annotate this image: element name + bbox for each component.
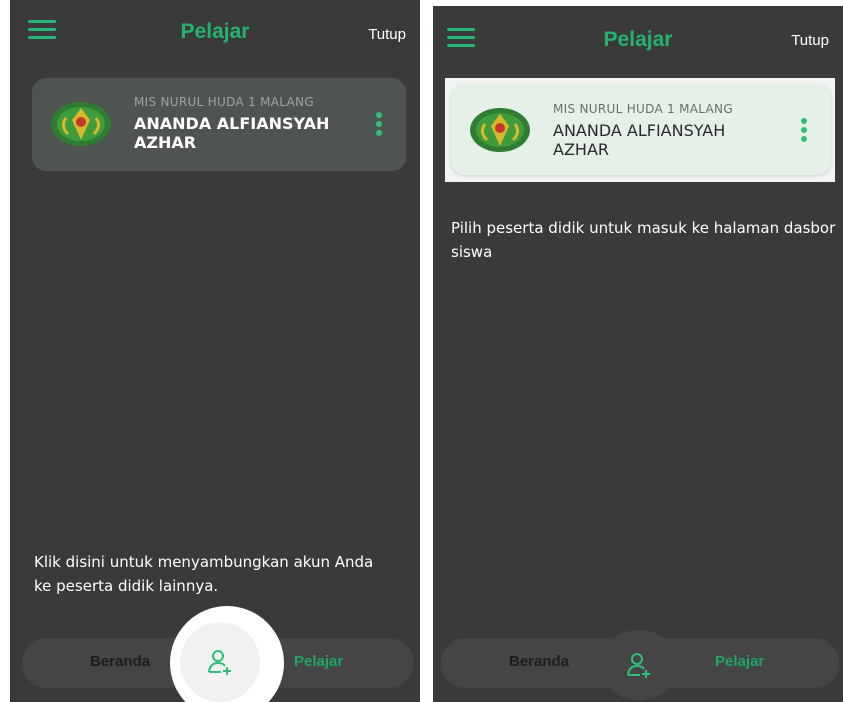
coachmark-text: Klik disini untuk menyambungkan akun And… [34,553,374,595]
close-button[interactable]: Tutup [791,32,829,49]
add-user-icon [627,653,650,678]
page-title: Pelajar [180,20,250,43]
tab-beranda[interactable]: Beranda [509,653,569,670]
student-name: ANANDA ALFIANSYAH AZHAR [553,121,726,159]
screen-left: Pelajar Tutup MIS NURUL HUDA 1 MALANG AN… [10,0,420,702]
page-title: Pelajar [603,28,673,51]
school-logo-icon [51,102,111,146]
more-options-icon[interactable] [799,118,809,144]
add-user-icon [208,650,231,675]
tab-beranda[interactable]: Beranda [90,653,150,670]
add-student-button[interactable] [180,622,260,702]
screen-right: Pelajar Tutup MIS NURUL HUDA 1 MALANG AN… [433,6,843,702]
close-button[interactable]: Tutup [368,26,406,43]
add-student-button[interactable] [599,630,679,700]
school-name: MIS NURUL HUDA 1 MALANG [134,95,314,109]
more-options-icon[interactable] [374,112,384,138]
student-name: ANANDA ALFIANSYAH AZHAR [134,114,330,152]
school-logo-icon [470,108,530,152]
coachmark-text: Pilih peserta didik untuk masuk ke halam… [451,219,836,261]
student-card[interactable]: MIS NURUL HUDA 1 MALANG ANANDA ALFIANSYA… [32,78,406,171]
school-name: MIS NURUL HUDA 1 MALANG [553,102,733,116]
tab-pelajar[interactable]: Pelajar [294,653,343,670]
tab-pelajar[interactable]: Pelajar [715,653,764,670]
student-card[interactable]: MIS NURUL HUDA 1 MALANG ANANDA ALFIANSYA… [451,84,831,175]
